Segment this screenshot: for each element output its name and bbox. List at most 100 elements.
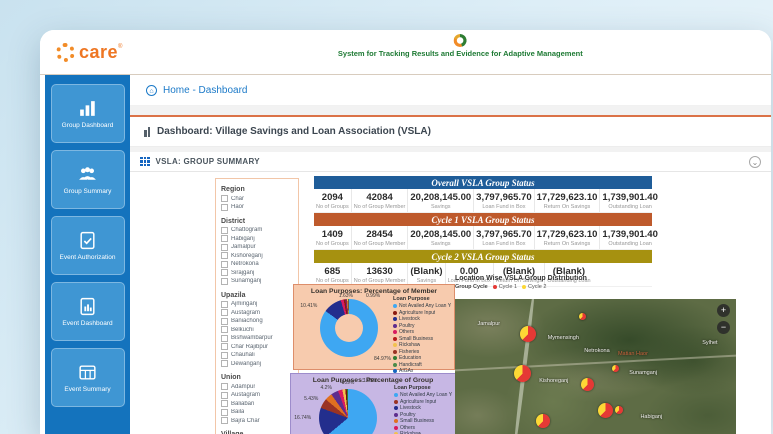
data-label: 4.09% bbox=[340, 380, 354, 386]
checkbox-icon[interactable] bbox=[221, 269, 228, 276]
checkbox-icon[interactable] bbox=[221, 326, 228, 333]
home-icon: ⌂ bbox=[146, 85, 157, 96]
chart-panel-group: Loan Purposes: Percentage of Group 16.74… bbox=[290, 373, 456, 434]
breadcrumb-bar: ⌂ Home - Dashboard bbox=[130, 75, 771, 106]
checkbox-icon[interactable] bbox=[221, 392, 228, 399]
checkbox-icon[interactable] bbox=[221, 252, 228, 259]
checkbox-icon[interactable] bbox=[221, 400, 228, 407]
filter-option[interactable]: Belkuchi bbox=[221, 326, 293, 333]
filter-option[interactable]: Baniachong bbox=[221, 318, 293, 325]
map-pie-marker[interactable] bbox=[520, 326, 536, 342]
checkbox-icon[interactable] bbox=[221, 261, 228, 268]
filter-option[interactable]: Chauhali bbox=[221, 352, 293, 359]
map-pie-marker[interactable] bbox=[514, 365, 531, 382]
map-pie-marker[interactable] bbox=[615, 406, 623, 414]
filter-option[interactable]: Netrokona bbox=[221, 261, 293, 268]
checkbox-icon[interactable] bbox=[221, 227, 228, 234]
checkbox-icon[interactable] bbox=[221, 417, 228, 424]
filter-option[interactable]: Baliabari bbox=[221, 400, 293, 407]
checkbox-icon[interactable] bbox=[221, 318, 228, 325]
legend-dot-icon bbox=[393, 343, 397, 347]
sidebar-item-label: Group Dashboard bbox=[62, 122, 114, 129]
filter-option[interactable]: Bishwambarpur bbox=[221, 335, 293, 342]
filter-options: AjmiriganjAustagram BaniachongBelkuchi Bis… bbox=[221, 301, 293, 368]
legend-item: Poultry bbox=[394, 412, 452, 418]
dashboard-icon bbox=[144, 127, 150, 137]
checkbox-icon[interactable] bbox=[221, 309, 228, 316]
filter-option[interactable]: Austagram bbox=[221, 392, 293, 399]
map-canvas[interactable]: JamalpurMymensinghNetrokonaKishoreganjSu… bbox=[455, 299, 736, 434]
checkbox-icon[interactable] bbox=[221, 360, 228, 367]
filter-panel: Region CharHaor District ChattogramHabig… bbox=[215, 178, 299, 434]
section-title: VSLA: GROUP SUMMARY bbox=[156, 157, 260, 166]
metric-label: Outstanding Loan bbox=[602, 204, 657, 210]
map-pie-marker[interactable] bbox=[598, 403, 613, 418]
collapse-chevron-icon[interactable]: ⌄ bbox=[749, 156, 761, 168]
checkbox-icon[interactable] bbox=[221, 204, 228, 211]
checkbox-icon[interactable] bbox=[221, 195, 228, 202]
filter-option[interactable]: Kishoreganj bbox=[221, 252, 293, 259]
checkbox-icon[interactable] bbox=[221, 235, 228, 242]
filter-group-title: Union bbox=[221, 374, 293, 381]
filter-option[interactable]: Chattogram bbox=[221, 227, 293, 234]
legend-item: Others bbox=[393, 329, 451, 335]
filter-option[interactable]: Ajmiriganj bbox=[221, 301, 293, 308]
checkbox-icon[interactable] bbox=[221, 409, 228, 416]
app-window: care ® System for Tracking Results and E… bbox=[40, 30, 771, 434]
document-check-icon bbox=[77, 230, 98, 251]
filter-group-region: Region CharHaor bbox=[221, 186, 293, 211]
checkbox-icon[interactable] bbox=[221, 244, 228, 251]
filter-option[interactable]: Sirajganj bbox=[221, 269, 293, 276]
filter-group-upazila: Upazila AjmiriganjAustagramBaniachongBel… bbox=[221, 292, 293, 368]
metric-cell: 17,729,623.10Return On Savings bbox=[535, 226, 601, 249]
filter-option[interactable]: Austagram bbox=[221, 309, 293, 316]
filter-option[interactable]: Jamalpur bbox=[221, 244, 293, 251]
checkbox-icon[interactable] bbox=[221, 278, 228, 285]
sidebar-item-group-dashboard[interactable]: Group Dashboard bbox=[51, 84, 125, 143]
filter-option[interactable]: Bajra Char bbox=[221, 417, 293, 424]
metric-cell: 3,797,965.70Loan Fund in Box bbox=[474, 226, 534, 249]
filter-option[interactable]: Baila bbox=[221, 409, 293, 416]
checkbox-icon[interactable] bbox=[221, 335, 228, 342]
map-pie-marker[interactable] bbox=[579, 313, 586, 320]
metric-label: Loan Fund in Box bbox=[476, 204, 531, 210]
sidebar-item-event-authorization[interactable]: Event Authorization bbox=[51, 216, 125, 275]
data-label: 5.43% bbox=[304, 396, 318, 402]
zoom-out-button[interactable]: − bbox=[717, 321, 730, 334]
grid-icon bbox=[140, 157, 150, 167]
filter-option[interactable]: Haor bbox=[221, 204, 293, 211]
map-pie-marker[interactable] bbox=[581, 378, 594, 391]
sidebar-item-event-dashboard[interactable]: Event Dashboard bbox=[51, 282, 125, 341]
map-pie-marker[interactable] bbox=[536, 414, 550, 428]
filter-option[interactable]: Habiganj bbox=[221, 235, 293, 242]
data-label: 0.99% bbox=[366, 293, 380, 299]
filter-option[interactable]: Char Rajibpur bbox=[221, 343, 293, 350]
legend-dot-icon bbox=[393, 330, 397, 334]
page-title: Dashboard: Village Savings and Loan Asso… bbox=[157, 126, 431, 137]
filter-option[interactable]: Dewanganj bbox=[221, 360, 293, 367]
map-road bbox=[455, 354, 736, 371]
map-place-label: Sylhet bbox=[702, 340, 717, 346]
metric-label: No of Group Member bbox=[354, 204, 406, 210]
sidebar-item-group-summary[interactable]: Group Summary bbox=[51, 150, 125, 209]
metric-value: 1,739,901.40 bbox=[602, 229, 657, 240]
filter-option[interactable]: Adampur bbox=[221, 383, 293, 390]
checkbox-icon[interactable] bbox=[221, 352, 228, 359]
cycle1-dot-icon bbox=[493, 285, 497, 289]
legend-title: Loan Purpose bbox=[393, 296, 451, 302]
breadcrumb[interactable]: Home - Dashboard bbox=[163, 85, 247, 96]
filter-option[interactable]: Sunamganj bbox=[221, 278, 293, 285]
filter-option[interactable]: Char bbox=[221, 195, 293, 202]
table-header-cycle2: Cycle 2 VSLA Group Status bbox=[314, 250, 652, 263]
checkbox-icon[interactable] bbox=[221, 301, 228, 308]
map-place-label: Habiganj bbox=[640, 414, 662, 420]
sidebar-item-event-summary[interactable]: Event Summary bbox=[51, 348, 125, 407]
map-pie-marker[interactable] bbox=[612, 365, 619, 372]
section-header[interactable]: VSLA: GROUP SUMMARY ⌄ bbox=[130, 152, 771, 172]
zoom-in-button[interactable]: + bbox=[717, 304, 730, 317]
checkbox-icon[interactable] bbox=[221, 343, 228, 350]
checkbox-icon[interactable] bbox=[221, 383, 228, 390]
legend-item: Livestock bbox=[394, 405, 452, 411]
metric-cell: 1,739,901.40Outstanding Loan bbox=[600, 226, 659, 249]
data-label: 16.74% bbox=[294, 415, 311, 421]
